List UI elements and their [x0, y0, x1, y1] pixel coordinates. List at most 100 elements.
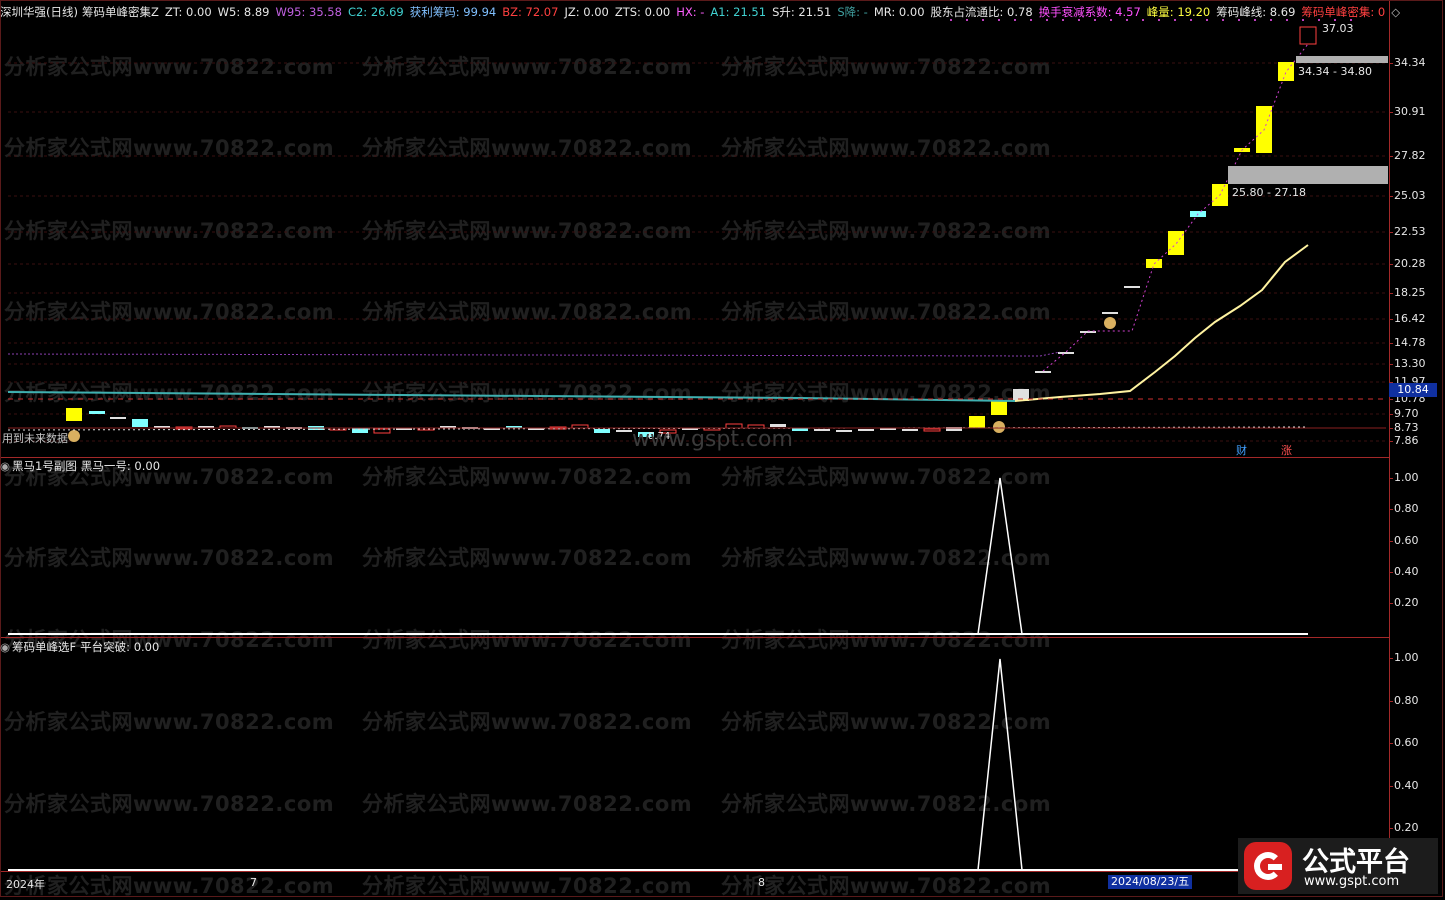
candle — [594, 429, 610, 433]
gspt-logo[interactable]: 公式平台 www.gspt.com — [1238, 838, 1438, 894]
indicator-0: 深圳华强(日线) — [0, 5, 78, 19]
y-tick: 20.28 — [1394, 257, 1426, 270]
indicator-9: ZTS: 0.00 — [614, 5, 671, 19]
y-tick: 14.78 — [1394, 336, 1426, 349]
logo-url: www.gspt.com — [1304, 874, 1400, 889]
y-tick: 7.86 — [1394, 434, 1419, 447]
y-tick-mark — [1389, 343, 1393, 344]
y-tick: 0.60 — [1394, 736, 1419, 749]
y-tick: 0.60 — [1394, 534, 1419, 547]
y-tick: 0.20 — [1394, 821, 1419, 834]
future-data-note: 用到未来数据 — [2, 432, 68, 445]
sub1-signal — [977, 477, 1023, 635]
candle — [814, 429, 830, 431]
candle — [110, 417, 126, 419]
indicator-7: BZ: 72.07 — [502, 5, 559, 19]
y-tick: 9.70 — [1394, 407, 1419, 420]
y-tick: 0.40 — [1394, 779, 1419, 792]
candle — [1102, 312, 1118, 314]
indicator-10: HX: - — [676, 5, 705, 19]
y-tick: 22.53 — [1394, 225, 1426, 238]
candle — [132, 419, 148, 427]
candle — [66, 408, 82, 421]
y-tick-mark — [1389, 828, 1393, 829]
max-price-label: 37.03 — [1322, 22, 1354, 35]
money-bag-icon — [993, 421, 1005, 433]
y-axis-line — [1389, 0, 1390, 890]
y-tick-mark — [1389, 319, 1393, 320]
w95-line — [7, 351, 1061, 357]
indicator-17: 峰量: 19.20 — [1146, 5, 1211, 19]
candle — [836, 430, 852, 432]
y-tick-mark — [1389, 112, 1393, 113]
cursor-date: 2024/08/23/五 — [1108, 875, 1193, 889]
site-watermark: www.gspt.com — [632, 427, 793, 452]
y-tick-mark — [1389, 399, 1393, 400]
y-tick-mark — [1389, 509, 1393, 510]
indicator-6: 获利筹码: 99.94 — [409, 5, 497, 19]
y-tick-mark — [1389, 428, 1393, 429]
candle — [923, 428, 941, 432]
y-tick: 1.00 — [1394, 471, 1419, 484]
xaxis-label-aug: 8 — [758, 876, 765, 889]
y-tick-mark — [1389, 63, 1393, 64]
candle — [1035, 371, 1051, 373]
candle — [969, 416, 985, 428]
y-tick-mark — [1389, 786, 1393, 787]
y-tick-mark — [1389, 264, 1393, 265]
badge-cai: 财 — [1236, 444, 1247, 457]
y-tick-mark — [1389, 293, 1393, 294]
sub2-chart[interactable] — [0, 639, 1389, 872]
y-tick: 16.42 — [1394, 312, 1426, 325]
ma-line — [1014, 244, 1309, 402]
y-tick: 25.03 — [1394, 189, 1426, 202]
main-indicator-bar: 深圳华强(日线) 筹码单峰密集Z ZT: 0.00 W5: 8.89 W95: 35.5… — [0, 4, 1406, 20]
indicator-15: 股东占流通比: 0.78 — [930, 5, 1033, 19]
zone-upper — [1296, 56, 1388, 63]
y-tick-mark — [1389, 603, 1393, 604]
indicator-13: S降: - — [837, 5, 868, 19]
diamond-icon[interactable]: ◇ — [1391, 5, 1400, 19]
candle — [902, 429, 918, 431]
y-tick: 30.91 — [1394, 105, 1426, 118]
y-tick: 34.34 — [1394, 56, 1426, 69]
y-tick-mark — [1389, 441, 1393, 442]
candle — [373, 428, 391, 434]
xaxis-label-year: 2024年 — [6, 878, 45, 891]
current-price-tag: 10.84 — [1389, 383, 1437, 397]
y-tick: 0.20 — [1394, 596, 1419, 609]
money-bag-icon — [68, 430, 80, 442]
indicator-4: W95: 35.58 — [275, 5, 342, 19]
candle — [616, 430, 632, 432]
y-tick-mark — [1389, 478, 1393, 479]
candle — [1124, 286, 1140, 288]
sub1-chart[interactable] — [0, 458, 1389, 638]
y-tick-mark — [1389, 364, 1393, 365]
indicator-14: MR: 0.00 — [873, 5, 925, 19]
y-tick: 0.80 — [1394, 502, 1419, 515]
xaxis-label-jul: 7 — [250, 876, 257, 889]
y-tick: 27.82 — [1394, 149, 1426, 162]
y-tick-mark — [1389, 232, 1393, 233]
y-tick: 1.00 — [1394, 651, 1419, 664]
y-tick: 8.73 — [1394, 421, 1419, 434]
y-tick-mark — [1389, 196, 1393, 197]
y-tick-mark — [1389, 572, 1393, 573]
y-tick: 13.30 — [1394, 357, 1426, 370]
indicator-11: A1: 21.51 — [710, 5, 767, 19]
candle — [89, 411, 105, 414]
candle — [858, 429, 874, 431]
y-tick-mark — [1389, 701, 1393, 702]
candle — [1168, 231, 1184, 255]
candle — [1299, 26, 1317, 45]
sub2-signal — [977, 658, 1023, 871]
y-tick-mark — [1389, 743, 1393, 744]
candle — [1058, 352, 1074, 354]
zone-lower-label: 25.80 - 27.18 — [1232, 186, 1306, 199]
indicator-19: 筹码单峰密集: 0 — [1301, 5, 1386, 19]
zone-lower — [1228, 166, 1388, 184]
indicator-8: JZ: 0.00 — [564, 5, 609, 19]
y-tick: 18.25 — [1394, 286, 1426, 299]
y-tick-mark — [1389, 156, 1393, 157]
indicator-16: 换手衰减系数: 4.57 — [1038, 5, 1141, 19]
